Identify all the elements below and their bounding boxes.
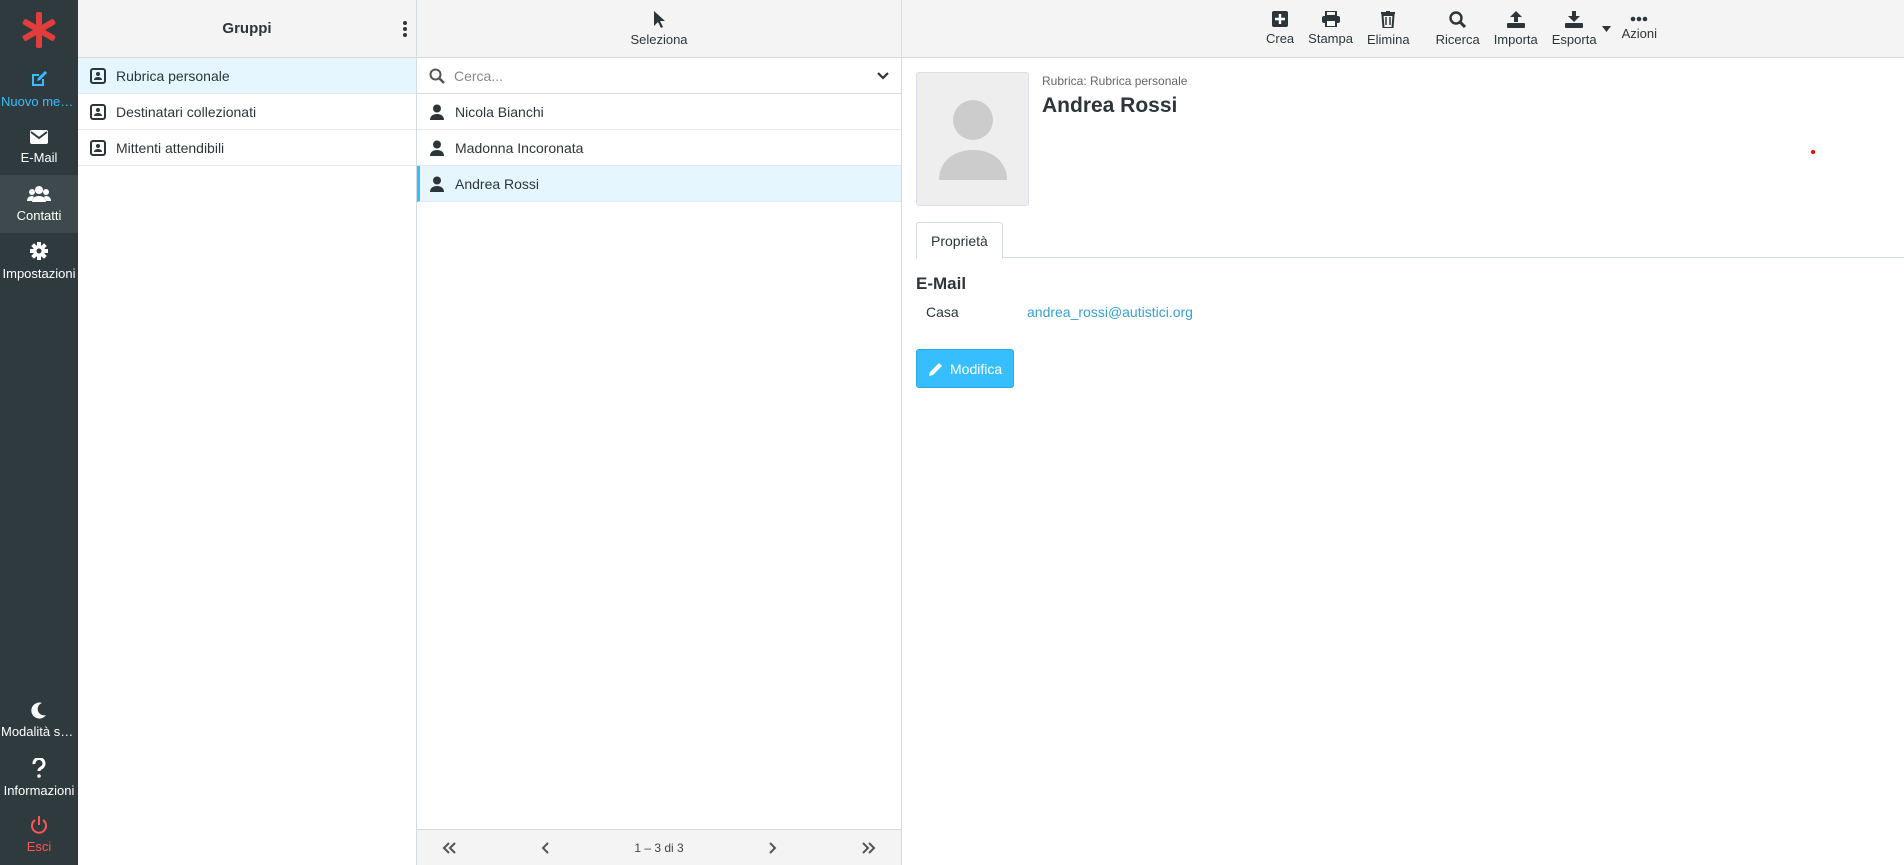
- moon-icon: [31, 702, 46, 719]
- contact-detail-panel: Crea Stampa Elimina Ricerca Importa Espo…: [902, 0, 1904, 865]
- email-type-label: Casa: [926, 304, 959, 320]
- nav-about-label: Informazioni: [3, 783, 75, 798]
- print-button[interactable]: Stampa: [1301, 0, 1360, 58]
- contact-item-selected[interactable]: Andrea Rossi: [417, 166, 901, 202]
- toolbar: Crea Stampa Elimina Ricerca Importa Espo…: [902, 0, 1904, 58]
- edit-label: Modifica: [950, 360, 1003, 377]
- group-item-label: Rubrica personale: [116, 67, 230, 84]
- search-icon: [429, 68, 445, 84]
- group-item-personal[interactable]: Rubrica personale: [78, 58, 416, 94]
- edit-button[interactable]: Modifica: [916, 349, 1015, 388]
- delete-button[interactable]: Elimina: [1360, 0, 1417, 58]
- caret-down-icon[interactable]: [1601, 25, 1611, 32]
- groups-header: Gruppi: [78, 0, 416, 58]
- users-icon: [27, 186, 51, 202]
- create-button[interactable]: Crea: [1259, 0, 1301, 58]
- search-input[interactable]: Cerca...: [454, 68, 877, 84]
- cursor-icon: [654, 11, 665, 28]
- import-label: Importa: [1493, 31, 1538, 47]
- delete-label: Elimina: [1366, 31, 1410, 47]
- search-button[interactable]: Ricerca: [1429, 0, 1487, 58]
- group-item-trusted[interactable]: Mittenti attendibili: [78, 130, 416, 166]
- group-item-collected[interactable]: Destinatari collezionati: [78, 94, 416, 130]
- vertical-dots-icon[interactable]: [402, 20, 408, 38]
- gear-icon: [30, 242, 48, 260]
- group-item-label: Destinatari collezionati: [116, 103, 257, 120]
- nav-compose-label: Nuovo mes...: [1, 94, 77, 109]
- compose-icon: [32, 71, 47, 86]
- nav-dark-mode[interactable]: Modalità sc...: [0, 691, 78, 749]
- addressbook-icon: [90, 103, 106, 120]
- addressbook-icon: [90, 67, 106, 84]
- nav-email[interactable]: E-Mail: [0, 118, 78, 176]
- nav-dark-mode-label: Modalità sc...: [1, 724, 77, 739]
- nav-logout-label: Esci: [26, 839, 52, 854]
- contacts-panel: Seleziona Cerca... Nicola Bianchi Madonn…: [417, 0, 902, 865]
- first-page-icon[interactable]: [441, 841, 457, 854]
- avatar-placeholder-icon: [938, 100, 1007, 180]
- envelope-icon: [30, 130, 48, 144]
- contact-name: Nicola Bianchi: [455, 103, 544, 120]
- contact-name: Andrea Rossi: [455, 175, 540, 192]
- power-icon: [31, 816, 47, 834]
- nav-settings-label: Impostazioni: [2, 266, 76, 281]
- addressbook-icon: [90, 139, 106, 156]
- addressbook-label: Rubrica: Rubrica personale: [1042, 74, 1188, 88]
- print-label: Stampa: [1308, 31, 1353, 46]
- trash-icon: [1381, 10, 1396, 28]
- actions-button[interactable]: Azioni: [1615, 0, 1664, 58]
- plus-square-icon: [1272, 11, 1289, 27]
- status-dot: [1811, 150, 1815, 154]
- pagination: 1 – 3 di 3: [417, 829, 901, 865]
- nav-settings[interactable]: Impostazioni: [0, 232, 78, 290]
- groups-panel: Gruppi Rubrica personale Destinatari col…: [78, 0, 417, 865]
- asterisk-logo-icon: [22, 12, 56, 48]
- person-icon: [430, 104, 444, 120]
- upload-icon: [1506, 10, 1525, 28]
- create-label: Crea: [1265, 31, 1295, 46]
- email-section-title: E-Mail: [916, 274, 967, 293]
- download-icon: [1565, 10, 1584, 28]
- main-nav: Nuovo mes... E-Mail Contatti Impostazion…: [0, 0, 78, 865]
- contact-item[interactable]: Nicola Bianchi: [417, 94, 901, 130]
- group-item-label: Mittenti attendibili: [116, 139, 225, 156]
- groups-title: Gruppi: [222, 20, 272, 37]
- person-icon: [430, 140, 444, 156]
- logo[interactable]: [0, 10, 78, 50]
- previous-page-icon[interactable]: [541, 841, 551, 854]
- contact-heading: Andrea Rossi: [1042, 94, 1178, 117]
- nav-contacts-label: Contatti: [16, 208, 62, 223]
- contact-photo: [916, 72, 1029, 206]
- select-button[interactable]: Seleziona: [417, 0, 901, 58]
- export-label: Esporta: [1551, 31, 1597, 47]
- actions-label: Azioni: [1621, 26, 1657, 41]
- detail-tabs: Proprietà: [916, 222, 1904, 259]
- nav-logout[interactable]: Esci: [0, 806, 78, 864]
- email-link[interactable]: andrea_rossi@autistici.org: [1027, 304, 1193, 320]
- chevron-down-icon[interactable]: [877, 71, 889, 80]
- person-icon: [430, 176, 444, 192]
- printer-icon: [1321, 11, 1340, 27]
- pager-count: 1 – 3 di 3: [634, 840, 684, 855]
- export-button[interactable]: Esporta: [1545, 0, 1615, 58]
- nav-about[interactable]: Informazioni: [0, 749, 78, 807]
- nav-contacts[interactable]: Contatti: [0, 175, 78, 233]
- tab-properties[interactable]: Proprietà: [916, 222, 1003, 259]
- import-button[interactable]: Importa: [1487, 0, 1545, 58]
- search-bar[interactable]: Cerca...: [417, 58, 901, 94]
- nav-email-label: E-Mail: [20, 150, 58, 165]
- search-label: Ricerca: [1435, 31, 1480, 47]
- select-label: Seleziona: [630, 32, 688, 47]
- last-page-icon[interactable]: [861, 841, 877, 854]
- contact-name: Madonna Incoronata: [455, 139, 584, 156]
- search-icon: [1449, 10, 1467, 28]
- more-icon: [1630, 16, 1648, 22]
- contact-item[interactable]: Madonna Incoronata: [417, 130, 901, 166]
- next-page-icon[interactable]: [767, 841, 777, 854]
- question-icon: [32, 758, 46, 778]
- nav-compose[interactable]: Nuovo mes...: [0, 60, 78, 118]
- pencil-icon: [929, 362, 942, 376]
